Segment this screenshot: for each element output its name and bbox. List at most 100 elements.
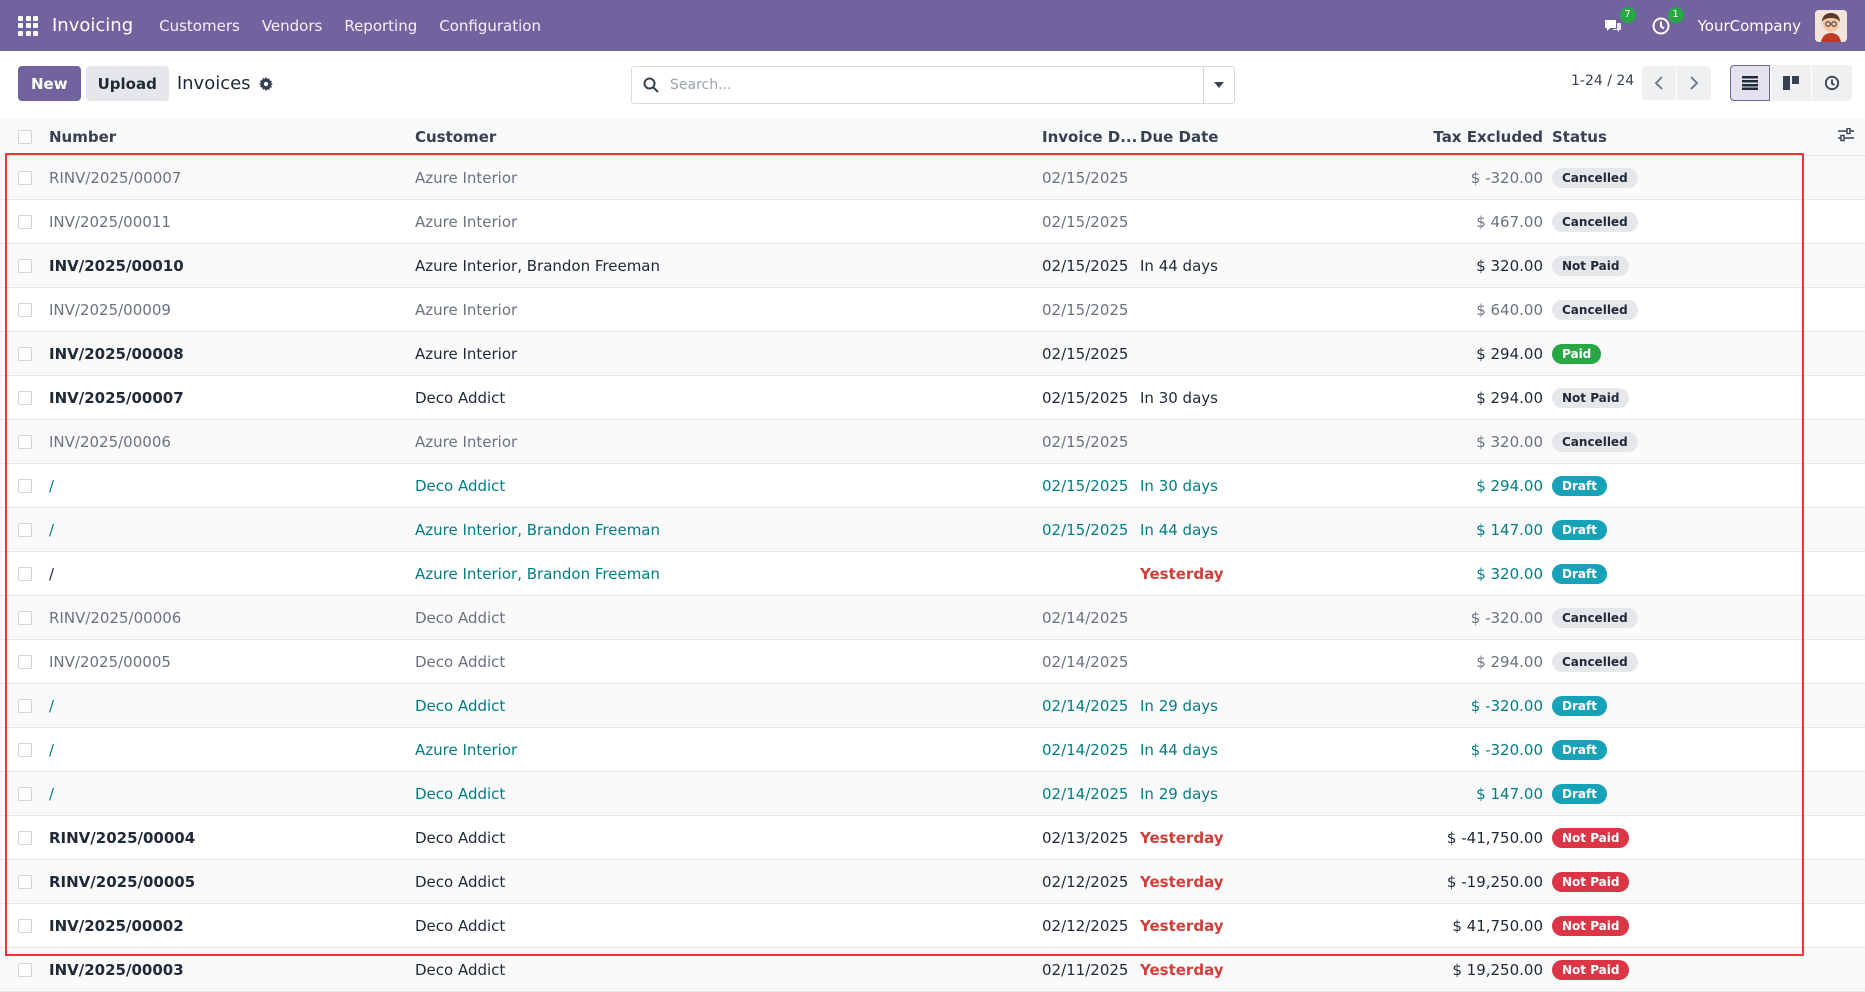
- user-avatar[interactable]: [1815, 9, 1847, 42]
- row-checkbox[interactable]: [18, 742, 32, 757]
- list-view-button[interactable]: [1730, 65, 1770, 101]
- row-checkbox[interactable]: [18, 214, 32, 229]
- invoice-customer: Deco Addict: [415, 476, 506, 495]
- table-row[interactable]: / Azure Interior 02/14/2025 In 44 days $ -32…: [0, 728, 1865, 772]
- status-cell: Cancelled: [1552, 431, 1638, 452]
- activities-clock-icon[interactable]: 1: [1650, 6, 1684, 37]
- status-cell: Draft: [1552, 519, 1607, 540]
- table-row[interactable]: INV/2025/00007 Deco Addict 02/15/2025 In 30…: [0, 376, 1865, 420]
- pager-previous-button[interactable]: [1642, 66, 1676, 100]
- messages-icon[interactable]: 7: [1602, 6, 1636, 37]
- row-checkbox[interactable]: [18, 258, 32, 273]
- new-button[interactable]: New: [18, 66, 81, 101]
- status-badge: Cancelled: [1552, 211, 1638, 232]
- invoice-due-date: In 29 days: [1140, 784, 1218, 803]
- menu-configuration[interactable]: Configuration: [439, 17, 541, 35]
- status-badge: Draft: [1552, 783, 1607, 804]
- table-row[interactable]: / Azure Interior, Brandon Freeman Yesterda…: [0, 552, 1865, 596]
- row-checkbox[interactable]: [18, 962, 32, 977]
- optional-columns-icon[interactable]: [1838, 127, 1854, 146]
- status-cell: Draft: [1552, 475, 1607, 496]
- row-checkbox[interactable]: [18, 478, 32, 493]
- column-header-customer[interactable]: Customer: [415, 128, 496, 146]
- status-cell: Cancelled: [1552, 211, 1638, 232]
- row-checkbox[interactable]: [18, 830, 32, 845]
- status-cell: Not Paid: [1552, 959, 1630, 980]
- pager-next-button[interactable]: [1677, 66, 1711, 100]
- table-row[interactable]: INV/2025/00005 Deco Addict 02/14/2025 $ 294…: [0, 640, 1865, 684]
- column-header-due-date[interactable]: Due Date: [1140, 128, 1218, 146]
- column-header-invoice-date[interactable]: Invoice D...: [1042, 128, 1137, 146]
- row-checkbox[interactable]: [18, 566, 32, 581]
- invoice-customer: Azure Interior: [415, 344, 518, 363]
- table-row[interactable]: / Deco Addict 02/14/2025 In 29 days $ -320.0…: [0, 684, 1865, 728]
- table-row[interactable]: RINV/2025/00004 Deco Addict 02/13/2025 Yest…: [0, 816, 1865, 860]
- table-row[interactable]: / Deco Addict 02/14/2025 In 29 days $ 147.00…: [0, 772, 1865, 816]
- status-cell: Cancelled: [1552, 651, 1638, 672]
- column-header-status[interactable]: Status: [1552, 128, 1607, 146]
- invoice-tax-excluded: $ 294.00: [1476, 652, 1543, 671]
- search-bar: [631, 66, 1235, 104]
- select-all-checkbox[interactable]: [18, 129, 32, 144]
- company-switcher[interactable]: YourCompany: [1698, 17, 1801, 35]
- row-checkbox[interactable]: [18, 302, 32, 317]
- table-header: Number Customer Invoice D... Due Date Ta…: [0, 118, 1865, 156]
- table-row[interactable]: RINV/2025/00007 Azure Interior 02/15/2025 $…: [0, 156, 1865, 200]
- table-row[interactable]: RINV/2025/00005 Deco Addict 02/12/2025 Yest…: [0, 860, 1865, 904]
- row-checkbox[interactable]: [18, 654, 32, 669]
- table-row[interactable]: INV/2025/00008 Azure Interior 02/15/2025 $ …: [0, 332, 1865, 376]
- pager-value[interactable]: 1-24 / 24: [1571, 73, 1634, 89]
- kanban-icon: [1783, 76, 1799, 90]
- status-badge: Draft: [1552, 519, 1607, 540]
- table-row[interactable]: INV/2025/00011 Azure Interior 02/15/2025 $ …: [0, 200, 1865, 244]
- table-row[interactable]: INV/2025/00010 Azure Interior, Brandon Fr…: [0, 244, 1865, 288]
- invoice-number: RINV/2025/00004: [49, 828, 196, 847]
- upload-button[interactable]: Upload: [85, 66, 169, 101]
- invoice-date: 02/15/2025: [1042, 256, 1129, 275]
- row-checkbox[interactable]: [18, 346, 32, 361]
- activity-view-button[interactable]: [1812, 65, 1852, 101]
- status-badge: Not Paid: [1552, 871, 1630, 892]
- table-row[interactable]: / Azure Interior, Brandon Freeman 02/15/20…: [0, 508, 1865, 552]
- invoice-date: 02/14/2025: [1042, 608, 1129, 627]
- menu-reporting[interactable]: Reporting: [344, 17, 417, 35]
- row-checkbox[interactable]: [18, 522, 32, 537]
- table-row[interactable]: RINV/2025/00006 Deco Addict 02/14/2025 $ -3…: [0, 596, 1865, 640]
- row-checkbox[interactable]: [18, 390, 32, 405]
- invoice-tax-excluded: $ -320.00: [1470, 168, 1543, 187]
- row-checkbox[interactable]: [18, 786, 32, 801]
- table-row[interactable]: INV/2025/00006 Azure Interior 02/15/2025 $ …: [0, 420, 1865, 464]
- invoice-number: INV/2025/00009: [49, 300, 171, 319]
- table-row[interactable]: INV/2025/00009 Azure Interior 02/15/2025 $ …: [0, 288, 1865, 332]
- invoice-customer: Deco Addict: [415, 784, 506, 803]
- invoice-date: 02/15/2025: [1042, 432, 1129, 451]
- row-checkbox[interactable]: [18, 918, 32, 933]
- gear-icon[interactable]: [258, 76, 273, 91]
- table-row[interactable]: / Deco Addict 02/15/2025 In 30 days $ 294.00…: [0, 464, 1865, 508]
- invoice-customer: Azure Interior, Brandon Freeman: [415, 520, 661, 539]
- row-checkbox[interactable]: [18, 170, 32, 185]
- invoice-number: INV/2025/00011: [49, 212, 171, 231]
- row-checkbox[interactable]: [18, 610, 32, 625]
- search-options-toggle[interactable]: [1203, 67, 1234, 103]
- invoice-date: 02/14/2025: [1042, 740, 1129, 759]
- status-badge: Cancelled: [1552, 607, 1638, 628]
- app-brand[interactable]: Invoicing: [52, 15, 133, 36]
- kanban-view-button[interactable]: [1771, 65, 1811, 101]
- table-row[interactable]: INV/2025/00002 Deco Addict 02/12/2025 Yeste…: [0, 904, 1865, 948]
- menu-customers[interactable]: Customers: [159, 17, 240, 35]
- row-checkbox[interactable]: [18, 874, 32, 889]
- apps-menu-icon[interactable]: [18, 15, 38, 36]
- status-badge: Draft: [1552, 475, 1607, 496]
- table-row[interactable]: INV/2025/00003 Deco Addict 02/11/2025 Yeste…: [0, 948, 1865, 992]
- invoice-tax-excluded: $ 147.00: [1476, 784, 1543, 803]
- status-cell: Not Paid: [1552, 827, 1630, 848]
- menu-vendors[interactable]: Vendors: [262, 17, 323, 35]
- column-header-tax-excluded[interactable]: Tax Excluded: [1433, 128, 1543, 146]
- invoice-number: /: [49, 564, 55, 583]
- row-checkbox[interactable]: [18, 698, 32, 713]
- column-header-number[interactable]: Number: [49, 128, 116, 146]
- control-panel: New Upload Invoices 1-24 / 24: [0, 51, 1865, 116]
- search-input[interactable]: [670, 77, 1203, 93]
- row-checkbox[interactable]: [18, 434, 32, 449]
